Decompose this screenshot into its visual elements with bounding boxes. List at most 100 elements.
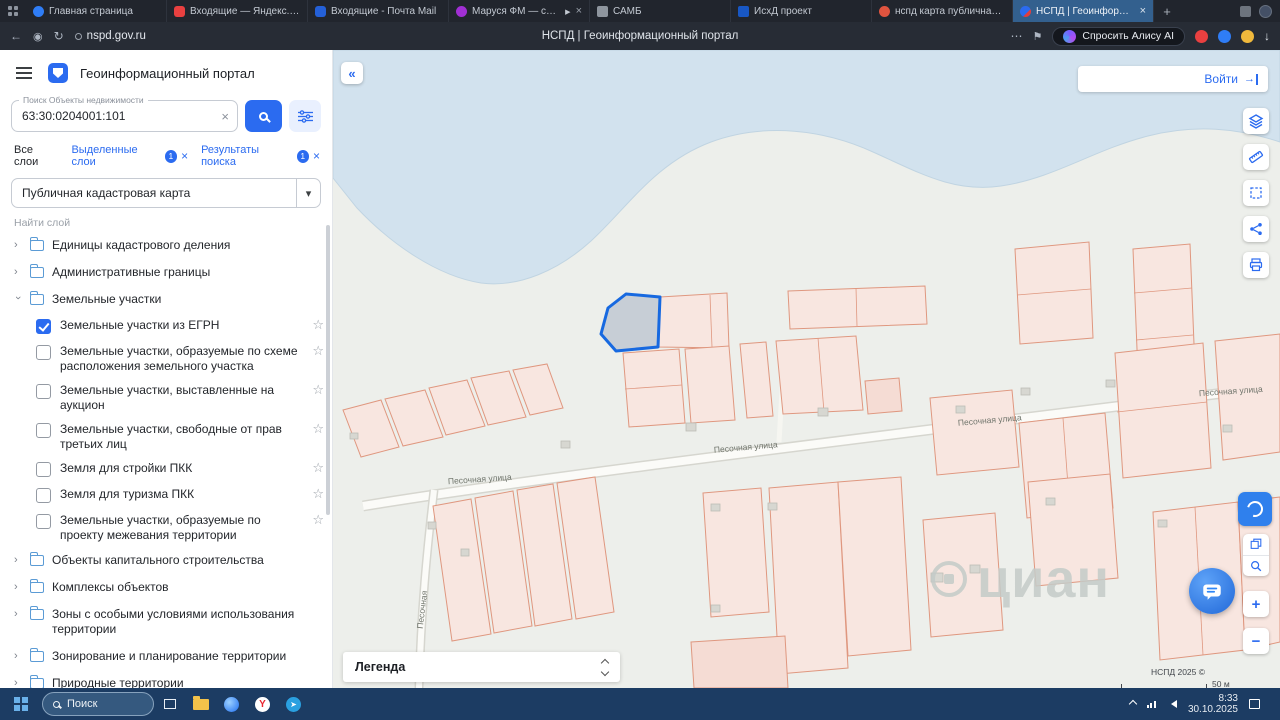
browser-tab-nspd-pkk[interactable]: нспд карта публичная к…	[872, 0, 1013, 22]
favorite-star-icon[interactable]	[312, 513, 324, 527]
copy-layers-button[interactable]	[1243, 534, 1269, 556]
tree-folder-row[interactable]: Административные границы	[0, 259, 332, 286]
filter-button[interactable]	[289, 100, 321, 132]
favorite-star-icon[interactable]	[312, 422, 324, 436]
browser-app-button[interactable]	[216, 688, 247, 720]
extension-icon-blue[interactable]	[1218, 29, 1231, 43]
layers-tool-button[interactable]	[1243, 108, 1269, 134]
file-explorer-button[interactable]	[185, 688, 216, 720]
layer-row[interactable]: Земля для туризма ПКК	[0, 482, 332, 508]
protect-icon[interactable]	[33, 30, 43, 43]
tab-search-results[interactable]: Результаты поиска 1	[201, 144, 320, 168]
select-area-tool-button[interactable]	[1243, 180, 1269, 206]
favorite-star-icon[interactable]	[312, 318, 324, 332]
tree-folder-row[interactable]: Единицы кадастрового деления	[0, 232, 332, 259]
map-type-select[interactable]: Публичная кадастровая карта	[11, 178, 321, 208]
cadastral-parcels[interactable]	[342, 241, 1280, 688]
tree-folder-row[interactable]: Зонирование и планирование территории	[0, 643, 332, 670]
browser-tab-mailru[interactable]: Входящие - Почта Mail	[308, 0, 449, 22]
task-view-button[interactable]	[154, 688, 185, 720]
browser-tab-samb[interactable]: САМБ	[590, 0, 731, 22]
tab-all-layers[interactable]: Все слои	[14, 144, 58, 168]
favorite-star-icon[interactable]	[312, 344, 324, 358]
taskbar-clock[interactable]: 8:33 30.10.2025	[1188, 693, 1238, 715]
tree-folder-row-expanded[interactable]: Земельные участки	[0, 286, 332, 313]
extension-icon-yellow[interactable]	[1241, 29, 1254, 43]
share-tool-button[interactable]	[1243, 216, 1269, 242]
messenger-button[interactable]	[278, 688, 309, 720]
clear-search-icon[interactable]	[221, 110, 229, 123]
audio-playing-icon[interactable]	[565, 6, 570, 17]
start-button[interactable]	[0, 688, 42, 720]
chevron-right-icon[interactable]	[14, 554, 22, 566]
downloads-icon[interactable]	[1264, 30, 1270, 42]
ask-alice-button[interactable]: Спросить Алису AI	[1052, 26, 1185, 46]
map-canvas[interactable]: Песочная улица Песочная улица Песочная у…	[333, 50, 1280, 688]
chevron-down-icon[interactable]	[296, 179, 320, 207]
layer-row[interactable]: Земля для стройки ПКК	[0, 456, 332, 482]
layer-checkbox[interactable]	[36, 514, 51, 529]
bookmark-icon[interactable]	[1033, 30, 1043, 43]
favorite-star-icon[interactable]	[312, 461, 324, 475]
hidden-icons-chevron[interactable]	[1128, 699, 1138, 709]
profile-avatar[interactable]	[1259, 4, 1272, 18]
hamburger-menu-icon[interactable]	[16, 72, 32, 74]
tab-close-icon[interactable]	[576, 5, 582, 17]
collapse-sidebar-button[interactable]	[341, 62, 363, 84]
chevron-down-icon[interactable]	[12, 296, 24, 304]
browser-tab-ishd[interactable]: ИсхД проект	[731, 0, 872, 22]
yandex-browser-button[interactable]	[247, 688, 278, 720]
layer-row[interactable]: Земельные участки, образуемые по схеме р…	[0, 339, 332, 378]
url-box[interactable]: nspd.gov.ru	[74, 30, 146, 42]
chevron-right-icon[interactable]	[14, 266, 22, 278]
back-icon[interactable]	[10, 30, 22, 42]
tree-folder-row[interactable]: Зоны с особыми условиями использования т…	[0, 601, 332, 643]
sidebar-scrollbar[interactable]	[326, 225, 330, 515]
measure-tool-button[interactable]	[1243, 144, 1269, 170]
panorama-button[interactable]	[1238, 492, 1272, 526]
layer-row[interactable]: Земельные участки из ЕГРН	[0, 313, 332, 339]
zoom-in-button[interactable]	[1243, 591, 1269, 617]
chevron-right-icon[interactable]	[14, 677, 22, 688]
action-center-icon[interactable]	[1249, 699, 1260, 709]
tree-folder-row[interactable]: Природные территории	[0, 670, 332, 688]
legend-panel[interactable]: Легенда	[343, 652, 620, 682]
close-tab-icon[interactable]	[313, 149, 320, 163]
search-input[interactable]: Поиск Объекты недвижимости 63:30:0204001…	[11, 95, 238, 132]
login-button[interactable]: Войти	[1078, 66, 1268, 92]
browser-tab-home[interactable]: Главная страница	[26, 0, 167, 22]
favorite-star-icon[interactable]	[312, 383, 324, 397]
zoom-area-button[interactable]	[1243, 556, 1269, 577]
tab-selected-layers[interactable]: Выделенные слои 1	[71, 144, 188, 168]
reload-icon[interactable]	[54, 30, 64, 42]
layer-checkbox[interactable]	[36, 462, 51, 477]
chevron-right-icon[interactable]	[14, 650, 22, 662]
layer-checkbox[interactable]	[36, 423, 51, 438]
layer-checkbox[interactable]	[36, 384, 51, 399]
layer-checkbox-checked[interactable]	[36, 319, 51, 334]
legend-collapse-control[interactable]	[600, 657, 610, 677]
chevron-right-icon[interactable]	[14, 239, 22, 251]
more-icon[interactable]	[1011, 30, 1023, 42]
selected-parcel[interactable]	[599, 292, 662, 353]
print-tool-button[interactable]	[1243, 252, 1269, 278]
tree-folder-row[interactable]: Комплексы объектов	[0, 574, 332, 601]
new-tab-button[interactable]	[1154, 0, 1180, 22]
search-button[interactable]	[245, 100, 282, 132]
extensions-icon[interactable]	[1240, 5, 1251, 17]
browser-tab-nspd-active[interactable]: НСПД | Геоинформац…	[1013, 0, 1154, 22]
network-icon[interactable]	[1146, 700, 1156, 708]
volume-icon[interactable]	[1167, 700, 1177, 708]
close-tab-icon[interactable]	[181, 149, 188, 163]
chevron-right-icon[interactable]	[14, 608, 22, 620]
browser-tab-marusya[interactable]: Маруся ФМ — слу…	[449, 0, 590, 22]
layer-checkbox[interactable]	[36, 488, 51, 503]
zoom-out-button[interactable]	[1243, 628, 1269, 654]
extension-icon-red[interactable]	[1195, 29, 1208, 43]
layer-row[interactable]: Земельные участки, образуемые по проекту…	[0, 508, 332, 547]
tab-close-icon[interactable]	[1140, 5, 1146, 17]
layer-row[interactable]: Земельные участки, свободные от прав тре…	[0, 417, 332, 456]
favorite-star-icon[interactable]	[312, 487, 324, 501]
layer-checkbox[interactable]	[36, 345, 51, 360]
taskbar-search[interactable]: Поиск	[42, 692, 154, 716]
